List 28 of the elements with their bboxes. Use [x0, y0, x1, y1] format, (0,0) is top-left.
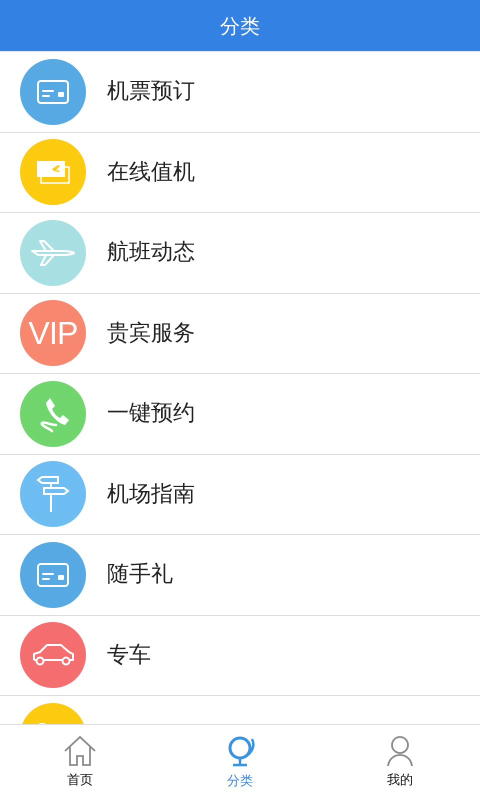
- vip-icon: VIP: [28, 317, 78, 350]
- category-label: 专车: [107, 642, 151, 670]
- card-icon: [37, 562, 69, 587]
- category-label: 随手礼: [107, 561, 173, 590]
- category-item[interactable]: 随手礼: [0, 535, 480, 616]
- tab-button[interactable]: 分类: [160, 725, 320, 800]
- category-label: 贵宾服务: [107, 320, 195, 348]
- category-item[interactable]: 机票预订: [0, 52, 480, 132]
- category-label: 航班动态: [107, 239, 195, 268]
- category-item[interactable]: 一键预约: [0, 374, 480, 454]
- category-item[interactable]: VIP 贵宾服务: [0, 294, 480, 374]
- category-label: 机票预订: [107, 78, 195, 106]
- home-icon: [63, 734, 97, 767]
- category-item[interactable]: 航班动态: [0, 213, 480, 294]
- airplane-icon: [30, 238, 76, 268]
- card-icon: [37, 80, 69, 104]
- user-icon: [386, 734, 414, 767]
- category-item[interactable]: 在线值机: [0, 132, 480, 213]
- tab-button[interactable]: 我的: [320, 725, 480, 800]
- tickets-icon: [35, 159, 71, 186]
- page-title: 分类: [220, 12, 260, 40]
- category-item[interactable]: 专车: [0, 616, 480, 696]
- category-label: 机场指南: [107, 480, 195, 509]
- category-label: 一键预约: [107, 400, 195, 428]
- category-label: 在线值机: [107, 158, 195, 187]
- category-item[interactable]: 机场指南: [0, 454, 480, 535]
- tab-button[interactable]: 首页: [0, 725, 160, 800]
- signpost-icon: [34, 474, 72, 514]
